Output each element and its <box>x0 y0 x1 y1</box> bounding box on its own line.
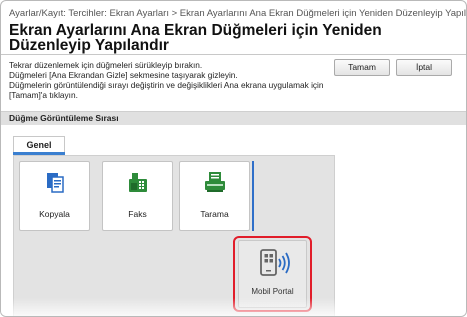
page-title: Ekran Ayarlarını Ana Ekran Düğmeleri içi… <box>9 22 382 54</box>
section-title: Düğme Görüntüleme Sırası <box>9 113 119 123</box>
copy-icon <box>46 173 64 193</box>
fax-icon <box>128 173 147 192</box>
drop-insertion-marker <box>252 161 254 231</box>
divider <box>1 54 466 55</box>
tile-copy[interactable]: Kopyala <box>19 161 90 231</box>
tile-mobile-portal[interactable]: Mobil Portal <box>238 240 307 308</box>
settings-window: Ayarlar/Kayıt: Tercihler: Ekran Ayarları… <box>0 0 467 317</box>
tile-fax[interactable]: Faks <box>102 161 173 231</box>
tile-label: Mobil Portal <box>251 287 294 296</box>
instructions: Tekrar düzenlemek için düğmeleri sürükle… <box>9 60 329 100</box>
instruction-line: Tekrar düzenlemek için düğmeleri sürükle… <box>9 60 203 70</box>
tile-label: Faks <box>128 209 147 219</box>
instruction-line: Düğmelerin görüntülendiği sırayı değişti… <box>9 80 324 100</box>
scan-icon <box>204 172 225 192</box>
tile-label: Kopyala <box>39 209 70 219</box>
breadcrumb: Ayarlar/Kayıt: Tercihler: Ekran Ayarları… <box>9 8 467 19</box>
section-header: Düğme Görüntüleme Sırası <box>1 111 466 125</box>
ok-button[interactable]: Tamam <box>334 59 390 76</box>
tile-scan[interactable]: Tarama <box>179 161 250 231</box>
cancel-button[interactable]: İptal <box>396 59 452 76</box>
mobile-portal-icon <box>260 249 290 276</box>
instruction-line: Düğmeleri [Ana Ekrandan Gizle] sekmesine… <box>9 70 238 80</box>
tile-label: Tarama <box>200 209 229 219</box>
